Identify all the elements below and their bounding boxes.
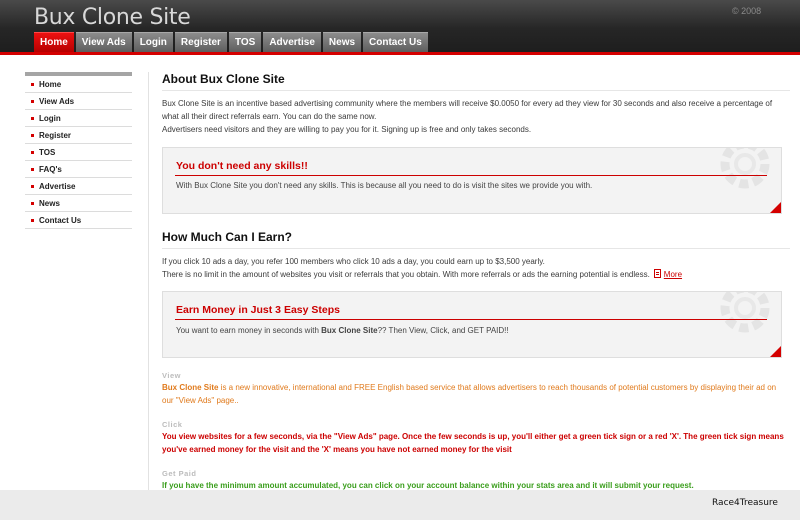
gear-watermark-icon [720, 148, 770, 189]
sidebar-item-label: News [39, 198, 60, 208]
nav-item-home[interactable]: Home [34, 32, 74, 52]
step-click-text: You view websites for a few seconds, via… [162, 432, 784, 454]
corner-triangle-icon [770, 202, 781, 213]
site-title[interactable]: Bux Clone Site [34, 5, 191, 30]
main-nav: Home View Ads Login Register TOS Adverti… [34, 32, 428, 52]
steps-box: Earn Money in Just 3 Easy Steps You want… [162, 291, 782, 358]
bullet-icon [31, 133, 34, 137]
corner-triangle-icon [770, 346, 781, 357]
sidebar-item-label: View Ads [39, 96, 75, 106]
sidebar-item-register[interactable]: Register [25, 127, 132, 144]
bullet-icon [31, 201, 34, 205]
bullet-icon [31, 116, 34, 120]
step-view-label: View [162, 371, 181, 380]
sidebar-item-label: TOS [39, 147, 56, 157]
sidebar-item-label: Advertise [39, 181, 76, 191]
step-click-label: Click [162, 420, 183, 429]
skills-box-text: With Bux Clone Site you don't need any s… [176, 181, 593, 190]
more-link[interactable]: More [664, 270, 682, 279]
column-divider [148, 72, 149, 492]
skills-box: You don't need any skills!! With Bux Clo… [162, 147, 782, 214]
sidebar-item-tos[interactable]: TOS [25, 144, 132, 161]
about-paragraph-advertisers: Advertisers need visitors and they are w… [162, 125, 532, 134]
watermark-text: Race4Treasure [712, 498, 778, 508]
footer-bar [0, 490, 800, 520]
step-paid-label: Get Paid [162, 469, 197, 478]
sidebar-item-home[interactable]: Home [25, 76, 132, 93]
sidebar-item-label: Login [39, 113, 61, 123]
sidebar-menu: Home View Ads Login Register TOS FAQ's A… [25, 72, 132, 229]
sidebar-item-news[interactable]: News [25, 195, 132, 212]
nav-item-login[interactable]: Login [133, 32, 173, 52]
nav-item-news[interactable]: News [322, 32, 362, 52]
sidebar-item-label: Register [39, 130, 72, 140]
skills-box-title: You don't need any skills!! [176, 160, 308, 172]
bullet-icon [31, 82, 34, 86]
nav-item-advertise[interactable]: Advertise [263, 32, 321, 52]
site-header: Bux Clone Site © 2008 Home View Ads Logi… [0, 0, 800, 55]
steps-text-after: ?? Then View, Click, and GET PAID!! [377, 326, 509, 335]
steps-text-before: You want to earn money in seconds with [176, 326, 322, 335]
gear-watermark-icon [720, 292, 770, 333]
nav-item-contact-us[interactable]: Contact Us [363, 32, 428, 52]
steps-box-text: You want to earn money in seconds with B… [176, 326, 509, 335]
about-section: About Bux Clone Site Bux Clone Site is a… [162, 72, 790, 136]
earn-paragraph-limit: There is no limit in the amount of websi… [162, 268, 790, 281]
sidebar-item-label: Home [39, 79, 62, 89]
about-heading: About Bux Clone Site [162, 72, 790, 91]
step-view-text: Bux Clone Site is a new innovative, inte… [162, 381, 787, 407]
bullet-icon [31, 99, 34, 103]
document-icon [653, 269, 661, 278]
sidebar-item-view-ads[interactable]: View Ads [25, 93, 132, 110]
steps-box-title: Earn Money in Just 3 Easy Steps [176, 304, 340, 316]
about-paragraph: Bux Clone Site is an incentive based adv… [162, 99, 773, 121]
bullet-icon [31, 184, 34, 188]
earn-paragraph: If you click 10 ads a day, you refer 100… [162, 257, 545, 266]
steps-text-bold: Bux Clone Site [321, 326, 378, 335]
bullet-icon [31, 150, 34, 154]
nav-item-view-ads[interactable]: View Ads [75, 32, 132, 52]
sidebar-item-advertise[interactable]: Advertise [25, 178, 132, 195]
sidebar-item-contact-us[interactable]: Contact Us [25, 212, 132, 229]
skills-box-rule [175, 175, 767, 176]
copyright-text: © 2008 [732, 6, 762, 16]
earn-heading: How Much Can I Earn? [162, 230, 790, 249]
steps-box-rule [175, 319, 767, 320]
earn-section: How Much Can I Earn? If you click 10 ads… [162, 230, 790, 281]
step-view-body: is a new innovative, international and F… [162, 383, 777, 405]
nav-item-tos[interactable]: TOS [228, 32, 262, 52]
earn-limit-text: There is no limit in the amount of websi… [162, 270, 650, 279]
sidebar-item-label: Contact Us [39, 215, 82, 225]
sidebar-item-faqs[interactable]: FAQ's [25, 161, 132, 178]
step-view-bold: Bux Clone Site [162, 383, 219, 392]
nav-item-register[interactable]: Register [174, 32, 227, 52]
sidebar-item-label: FAQ's [39, 164, 62, 174]
bullet-icon [31, 167, 34, 171]
bullet-icon [31, 218, 34, 222]
sidebar-item-login[interactable]: Login [25, 110, 132, 127]
